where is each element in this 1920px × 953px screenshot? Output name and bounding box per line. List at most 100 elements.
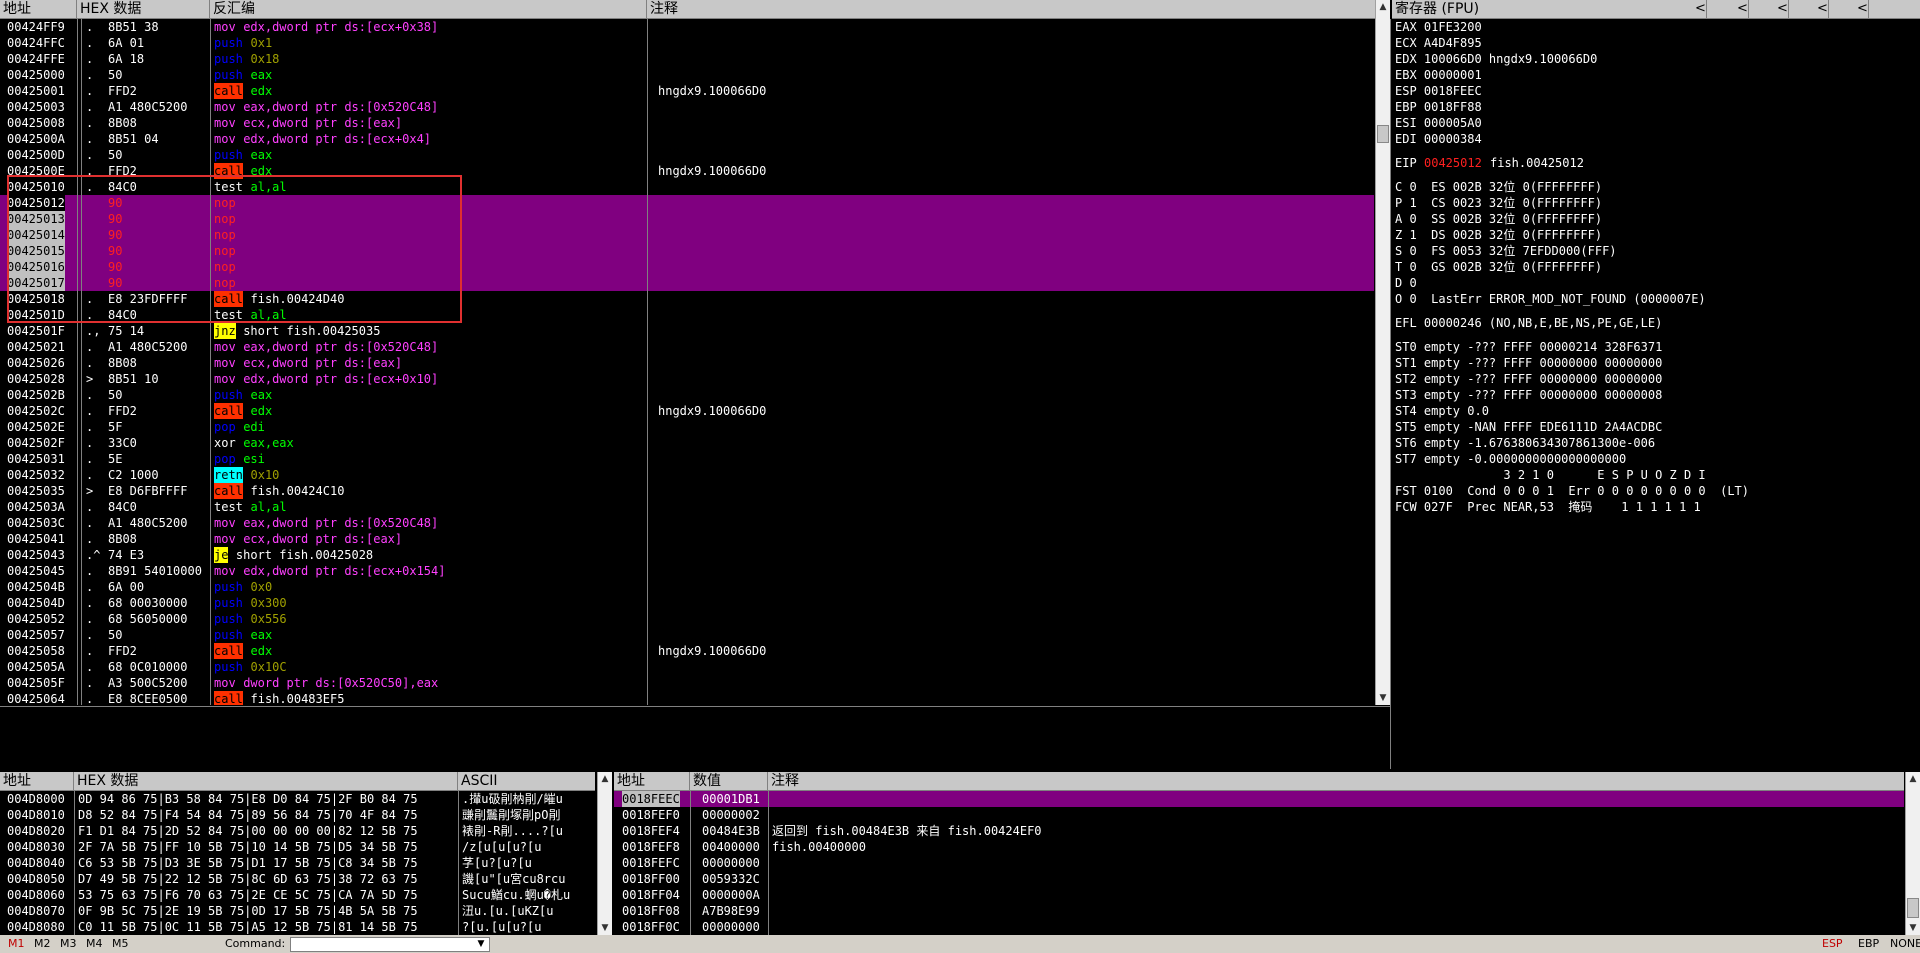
dump-ascii[interactable]: 沑u.[u.[uKZ[u	[462, 903, 553, 919]
register-line[interactable]: ECX A4D4F895	[1395, 35, 1920, 51]
dump-row[interactable]: 004D8080 C0 11 5B 75|0C 11 5B 75|A5 12 5B…	[0, 919, 595, 935]
disassembly-pane[interactable]: 00424FF9. 8B51 38 mov edx,dword ptr ds:[ecx…	[0, 19, 1374, 705]
disasm-row[interactable]: 00425032. C2 1000 retn 0x10	[0, 467, 1374, 483]
fpu-register-line[interactable]: ST6 empty -1.676380634307861300e-006	[1395, 435, 1920, 451]
disasm-address[interactable]: 00424FF9	[7, 19, 65, 35]
tab-m3[interactable]: M3	[60, 935, 77, 953]
dump-address[interactable]: 004D8030	[7, 839, 65, 855]
status-none[interactable]: NONE	[1890, 935, 1920, 953]
register-line[interactable]: EDI 00000384	[1395, 131, 1920, 147]
dump-ascii[interactable]: .攆u砐剈枘剈/皠u	[462, 791, 563, 807]
fpu-register-line[interactable]: ST4 empty 0.0	[1395, 403, 1920, 419]
flag-line[interactable]: T 0 GS 002B 32位 0(FFFFFFFF)	[1395, 259, 1920, 275]
disasm-address[interactable]: 00425032	[7, 467, 65, 483]
stack-col-cmt-header[interactable]: 注释	[768, 772, 1904, 790]
fst-bit-header[interactable]: 3 2 1 0 E S P U O Z D I	[1395, 467, 1920, 483]
register-line[interactable]: EBP 0018FF88	[1395, 99, 1920, 115]
reg-nav-prev-icon-4[interactable]: <	[1814, 0, 1829, 18]
dump-ascii[interactable]: 豏剈鬞剈塚剈pO剈	[462, 807, 560, 823]
disasm-address[interactable]: 00425031	[7, 451, 65, 467]
stack-value[interactable]: 00484E3B	[702, 823, 760, 839]
fpu-register-line[interactable]: ST0 empty -??? FFFF 00000214 328F6371	[1395, 339, 1920, 355]
disasm-address[interactable]: 0042501F	[7, 323, 65, 339]
disasm-address[interactable]: 00425035	[7, 483, 65, 499]
disasm-row[interactable]: 00425000. 50 push eax	[0, 67, 1374, 83]
disasm-row[interactable]: 00425035 > E8 D6FBFFFF call fish.00424C10	[0, 483, 1374, 499]
dump-hex[interactable]: 53 75 63 75|F6 70 63 75|2E CE 5C 75|CA 7…	[78, 887, 418, 903]
dump-hex[interactable]: 2F 7A 5B 75|FF 10 5B 75|10 14 5B 75|D5 3…	[78, 839, 418, 855]
command-dropdown-icon[interactable]: ▼	[474, 937, 488, 952]
stack-pane[interactable]: 0018FEEC 00001DB1 0018FEF0 00000002 0018FEF4…	[614, 791, 1904, 935]
stack-value[interactable]: A7B98E99	[702, 903, 760, 919]
dump-address[interactable]: 004D8020	[7, 823, 65, 839]
dump-address[interactable]: 004D8040	[7, 855, 65, 871]
stack-value[interactable]: 0000000A	[702, 887, 760, 903]
disasm-address[interactable]: 0042502C	[7, 403, 65, 419]
dump-hex[interactable]: C6 53 5B 75|D3 3E 5B 75|D1 17 5B 75|C8 3…	[78, 855, 418, 871]
disasm-address[interactable]: 00425064	[7, 691, 65, 705]
disasm-address[interactable]: 00425045	[7, 563, 65, 579]
stack-address[interactable]: 0018FEFC	[622, 855, 680, 871]
disasm-address[interactable]: 00425000	[7, 67, 65, 83]
scroll-thumb[interactable]	[1907, 898, 1919, 918]
dump-row[interactable]: 004D8010 D8 52 84 75|F4 54 84 75|89 56 84…	[0, 807, 595, 823]
dump-hex[interactable]: C0 11 5B 75|0C 11 5B 75|A5 12 5B 75|81 1…	[78, 919, 418, 935]
disasm-row[interactable]: 00425003. A1 480C5200 mov eax,dword ptr ds:…	[0, 99, 1374, 115]
disasm-address[interactable]: 00425001	[7, 83, 65, 99]
tab-m2[interactable]: M2	[34, 935, 51, 953]
disasm-row[interactable]: 0042500D. 50 push eax	[0, 147, 1374, 163]
dump-row[interactable]: 004D8030 2F 7A 5B 75|FF 10 5B 75|10 14 5B…	[0, 839, 595, 855]
memory-dump-pane[interactable]: 004D8000 0D 94 86 75|B3 58 84 75|E8 D0 84…	[0, 791, 595, 935]
disasm-row[interactable]: 0042500A. 8B51 04 mov edx,dword ptr ds:[ecx…	[0, 131, 1374, 147]
dump-hex[interactable]: 0D 94 86 75|B3 58 84 75|E8 D0 84 75|2F B…	[78, 791, 418, 807]
disasm-address[interactable]: 0042504D	[7, 595, 65, 611]
disasm-row[interactable]: 0042504D. 68 00030000 push 0x300	[0, 595, 1374, 611]
flag-line[interactable]: P 1 CS 0023 32位 0(FFFFFFFF)	[1395, 195, 1920, 211]
disasm-row[interactable]: 00425028 >8B51 10 mov edx,dword ptr ds:[ecx…	[0, 371, 1374, 387]
tab-m4[interactable]: M4	[86, 935, 103, 953]
disasm-address[interactable]: 0042505A	[7, 659, 65, 675]
stack-value[interactable]: 00000000	[702, 855, 760, 871]
register-eip[interactable]: EIP 00425012 fish.00425012	[1395, 155, 1920, 171]
register-line[interactable]: ESP 0018FEEC	[1395, 83, 1920, 99]
flag-line[interactable]: D 0	[1395, 275, 1920, 291]
flag-line[interactable]: O 0 LastErr ERROR_MOD_NOT_FOUND (0000007…	[1395, 291, 1920, 307]
stack-address[interactable]: 0018FEF0	[622, 807, 680, 823]
disasm-address[interactable]: 00425028	[7, 371, 65, 387]
disasm-address[interactable]: 00425043	[7, 547, 65, 563]
stack-value[interactable]: 00000000	[702, 919, 760, 935]
dump-address[interactable]: 004D8070	[7, 903, 65, 919]
dump-col-addr-header[interactable]: 地址	[0, 772, 74, 790]
disasm-address[interactable]: 0042502F	[7, 435, 65, 451]
stack-address[interactable]: 0018FF00	[622, 871, 680, 887]
disasm-row[interactable]: 00425043 .^ 74 E3 je short fish.00425028	[0, 547, 1374, 563]
stack-row[interactable]: 0018FF00 0059332C	[614, 871, 1904, 887]
reg-nav-prev-icon-2[interactable]: <	[1734, 0, 1749, 18]
dump-row[interactable]: 004D8060 53 75 63 75|F6 70 63 75|2E CE 5C…	[0, 887, 595, 903]
disasm-address[interactable]: 00425008	[7, 115, 65, 131]
disasm-row[interactable]: 0042502B. 50 push eax	[0, 387, 1374, 403]
fpu-register-line[interactable]: ST5 empty -NAN FFFF EDE6111D 2A4ACDBC	[1395, 419, 1920, 435]
disasm-row[interactable]: 00425026. 8B08 mov ecx,dword ptr ds:[eax]	[0, 355, 1374, 371]
col-comment-header[interactable]: 注释	[647, 0, 1375, 18]
disasm-row[interactable]: 0042503A. 84C0 test al,al	[0, 499, 1374, 515]
dump-hex[interactable]: D8 52 84 75|F4 54 84 75|89 56 84 75|70 4…	[78, 807, 418, 823]
scroll-down-arrow-icon[interactable]: ▼	[1376, 691, 1390, 705]
disasm-row[interactable]: 00424FF9. 8B51 38 mov edx,dword ptr ds:[ecx…	[0, 19, 1374, 35]
col-asm-header[interactable]: 反汇编	[210, 0, 647, 18]
col-addr-header[interactable]: 地址	[0, 0, 77, 18]
disasm-address[interactable]: 00425003	[7, 99, 65, 115]
status-ebp[interactable]: EBP	[1858, 935, 1879, 953]
stack-row[interactable]: 0018FF04 0000000A	[614, 887, 1904, 903]
disasm-address[interactable]: 0042505F	[7, 675, 65, 691]
fst-line[interactable]: FST 0100 Cond 0 0 0 1 Err 0 0 0 0 0 0 0 …	[1395, 483, 1920, 499]
stack-address[interactable]: 0018FEF8	[622, 839, 680, 855]
dump-address[interactable]: 004D8050	[7, 871, 65, 887]
disasm-row[interactable]: 00425041. 8B08 mov ecx,dword ptr ds:[eax]	[0, 531, 1374, 547]
stack-row[interactable]: 0018FEF8 00400000 fish.00400000	[614, 839, 1904, 855]
fpu-register-line[interactable]: ST2 empty -??? FFFF 00000000 00000000	[1395, 371, 1920, 387]
dump-row[interactable]: 004D8070 0F 9B 5C 75|2E 19 5B 75|0D 17 5B…	[0, 903, 595, 919]
stack-value[interactable]: 00000002	[702, 807, 760, 823]
disasm-row[interactable]: 00425058. FFD2 call edx hngdx9.100066D0	[0, 643, 1374, 659]
register-line[interactable]: EDX 100066D0 hngdx9.100066D0	[1395, 51, 1920, 67]
